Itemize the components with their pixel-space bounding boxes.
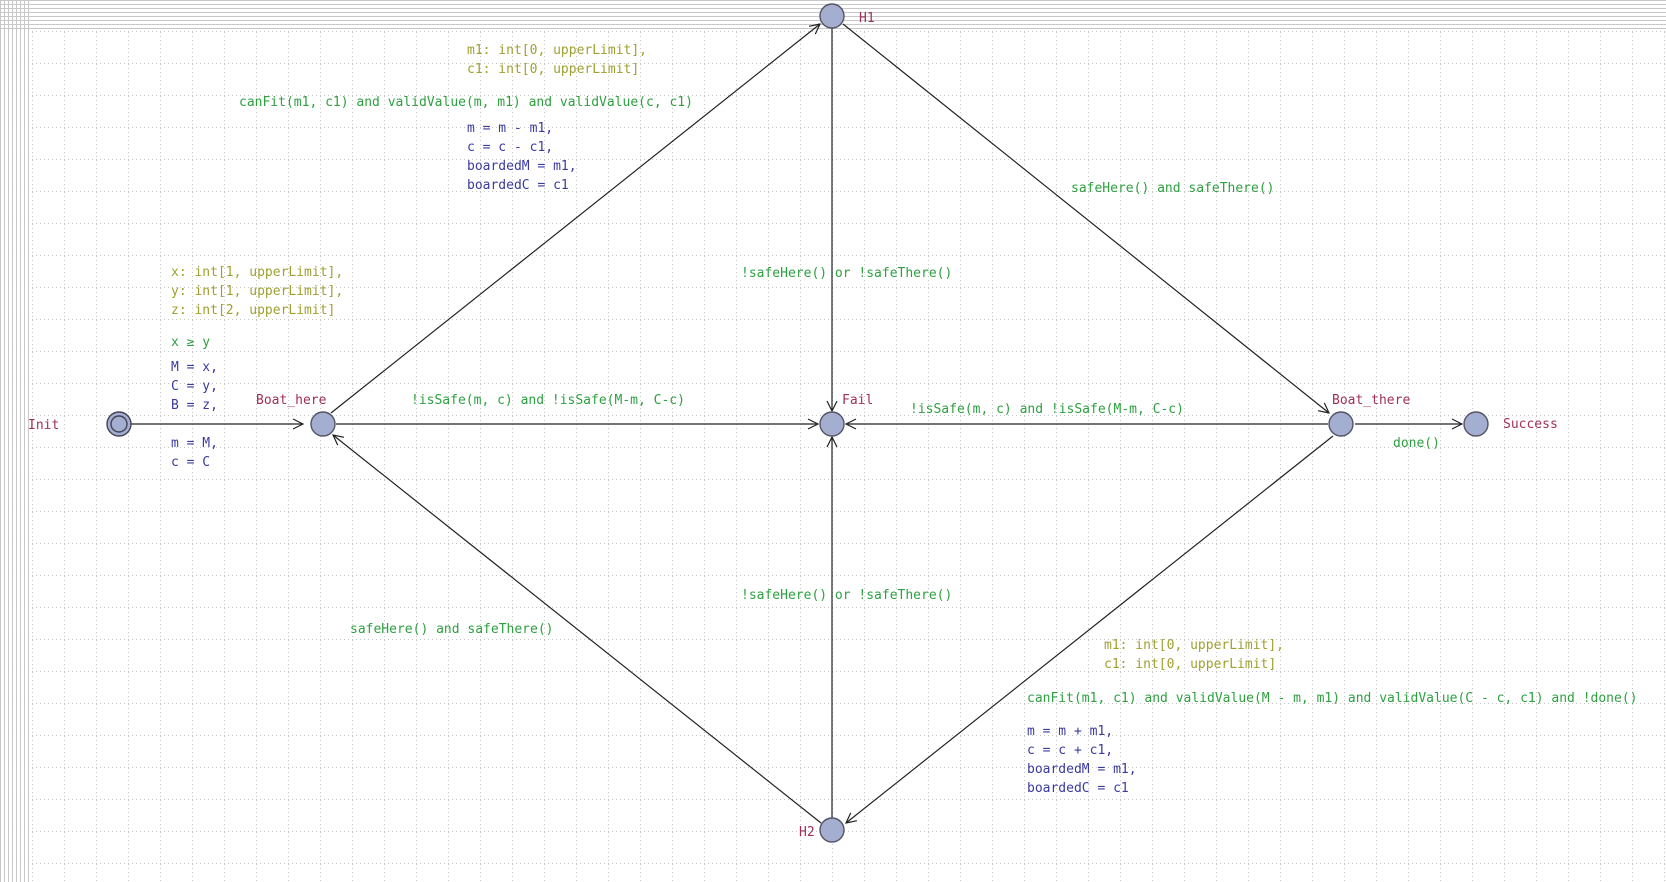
edge-h1-to-boat-there[interactable] <box>842 23 1329 413</box>
location-success[interactable] <box>1463 411 1489 437</box>
update-line: m = m + m1, <box>1027 724 1114 739</box>
location-name-boat-there: Boat_there <box>1332 393 1411 408</box>
select-line: m1: int[0, upperLimit], <box>1104 638 1285 653</box>
guard-boat-there-to-h2: canFit(m1, c1) and validValue(M - m, m1)… <box>1027 691 1638 706</box>
select-line: z: int[2, upperLimit] <box>171 303 336 318</box>
update-init-to-boat-here: M = x, C = y, B = z, m = M, c = C <box>171 358 218 472</box>
select-line: x: int[1, upperLimit], <box>171 265 344 280</box>
location-name-h1: H1 <box>859 11 875 26</box>
update-line <box>171 415 218 434</box>
location-boat-there[interactable] <box>1328 411 1354 437</box>
guard-boat-there-to-fail: !isSafe(m, c) and !isSafe(M-m, C-c) <box>910 402 1184 417</box>
guard-h1-to-fail: !safeHere() or !safeThere() <box>741 266 953 281</box>
update-line: B = z, <box>171 398 218 413</box>
select-boat-here-to-h1: m1: int[0, upperLimit], c1: int[0, upper… <box>467 41 647 79</box>
edge-boat-here-to-h1[interactable] <box>330 24 820 414</box>
update-line: C = y, <box>171 379 218 394</box>
select-line: c1: int[0, upperLimit] <box>467 62 640 77</box>
update-line: boardedM = m1, <box>1027 762 1137 777</box>
update-boat-here-to-h1: m = m - m1, c = c - c1, boardedM = m1, b… <box>467 119 577 195</box>
update-line: c = C <box>171 455 211 470</box>
update-line: m = M, <box>171 436 218 451</box>
update-line: boardedM = m1, <box>467 159 577 174</box>
location-init[interactable] <box>106 411 132 437</box>
update-line: boardedC = c1 <box>1027 781 1129 796</box>
guard-boat-there-to-success: done() <box>1393 436 1440 451</box>
location-name-boat-here: Boat_here <box>256 393 327 408</box>
update-boat-there-to-h2: m = m + m1, c = c + c1, boardedM = m1, b… <box>1027 722 1137 798</box>
guard-boat-here-to-h1: canFit(m1, c1) and validValue(m, m1) and… <box>239 95 693 110</box>
select-line: m1: int[0, upperLimit], <box>467 43 648 58</box>
select-line: y: int[1, upperLimit], <box>171 284 344 299</box>
update-line: boardedC = c1 <box>467 178 569 193</box>
location-boat-here[interactable] <box>310 411 336 437</box>
guard-h2-to-fail: !safeHere() or !safeThere() <box>741 588 953 603</box>
guard-h2-to-boat-here: safeHere() and safeThere() <box>350 622 554 637</box>
select-boat-there-to-h2: m1: int[0, upperLimit], c1: int[0, upper… <box>1104 636 1284 674</box>
location-name-init: Init <box>28 418 60 433</box>
location-h1[interactable] <box>819 3 845 29</box>
guard-h1-to-boat-there: safeHere() and safeThere() <box>1071 181 1275 196</box>
update-line: m = m - m1, <box>467 121 554 136</box>
guard-boat-here-to-fail: !isSafe(m, c) and !isSafe(M-m, C-c) <box>411 393 685 408</box>
location-name-success: Success <box>1503 417 1558 432</box>
update-line: c = c - c1, <box>467 140 554 155</box>
select-init-to-boat-here: x: int[1, upperLimit], y: int[1, upperLi… <box>171 263 343 320</box>
guard-init-to-boat-here: x ≥ y <box>171 335 211 350</box>
location-name-fail: Fail <box>842 393 874 408</box>
location-h2[interactable] <box>819 817 845 843</box>
update-line: M = x, <box>171 360 218 375</box>
select-line: c1: int[0, upperLimit] <box>1104 657 1277 672</box>
update-line: c = c + c1, <box>1027 743 1114 758</box>
location-fail[interactable] <box>819 411 845 437</box>
location-name-h2: H2 <box>799 825 815 840</box>
